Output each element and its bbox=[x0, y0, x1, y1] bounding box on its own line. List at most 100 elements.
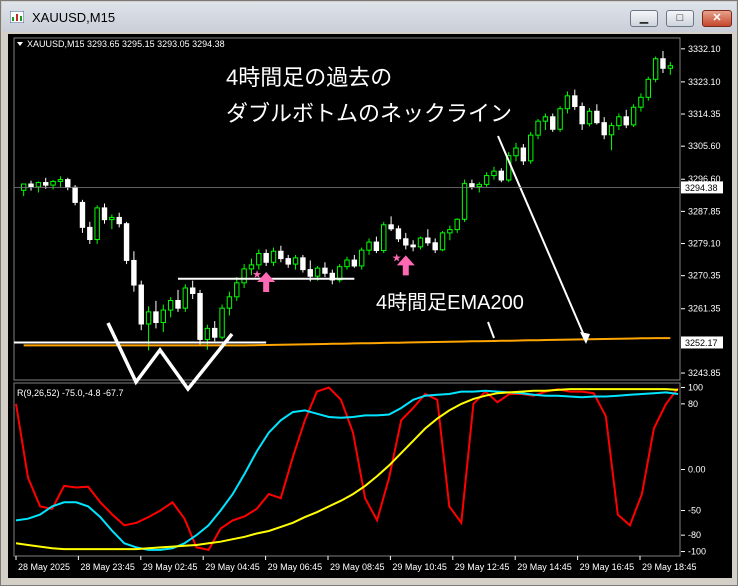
candle-body bbox=[101, 207, 108, 221]
time-tick-label: 29 May 08:45 bbox=[330, 562, 385, 572]
candle-body bbox=[388, 224, 394, 230]
candle-body bbox=[542, 116, 549, 122]
candle-body bbox=[72, 186, 78, 203]
candle-body bbox=[278, 250, 284, 260]
candle-body bbox=[219, 307, 225, 338]
candle-body bbox=[182, 287, 189, 309]
candle-body bbox=[520, 147, 527, 162]
candle-body bbox=[160, 309, 166, 324]
candle-body bbox=[123, 223, 130, 261]
title-bar[interactable]: XAUUSD,M15 ▁ □ ✕ bbox=[2, 2, 736, 32]
candle-body bbox=[395, 228, 402, 240]
candle-body bbox=[204, 327, 211, 340]
candle-body bbox=[623, 116, 629, 126]
candle-body bbox=[513, 147, 519, 157]
indicator-tick-label: 100 bbox=[688, 382, 703, 392]
time-tick-label: 29 May 02:45 bbox=[143, 562, 198, 572]
candle-body bbox=[660, 58, 666, 69]
candle-body bbox=[483, 175, 490, 185]
candle-body bbox=[550, 116, 556, 130]
chart-menu-icon bbox=[17, 42, 23, 46]
candle-body bbox=[579, 105, 585, 125]
price-tick-label: 3323.10 bbox=[688, 77, 721, 87]
price-tick-label: 3287.85 bbox=[688, 206, 721, 216]
annotation-ema-label: 4時間足EMA200 bbox=[376, 291, 524, 314]
candle-body bbox=[314, 267, 321, 277]
candle-body bbox=[564, 95, 571, 110]
candle-body bbox=[652, 58, 659, 80]
time-tick-label: 29 May 04:45 bbox=[205, 562, 260, 572]
price-tick-label: 3332.10 bbox=[688, 44, 721, 54]
candle-body bbox=[263, 252, 269, 263]
candle-body bbox=[57, 179, 64, 182]
indicator-tick-label: 0.00 bbox=[688, 465, 706, 475]
candle-body bbox=[116, 216, 122, 225]
candle-body bbox=[234, 282, 240, 298]
candle-body bbox=[138, 284, 144, 325]
candle-body bbox=[461, 183, 468, 220]
time-tick-label: 28 May 2025 bbox=[18, 562, 70, 572]
candle-body bbox=[212, 327, 218, 338]
candle-body bbox=[608, 125, 615, 136]
indicator-tick-label: 80 bbox=[688, 399, 698, 409]
candle-body bbox=[476, 183, 482, 188]
candle-body bbox=[153, 311, 159, 324]
chart-svg[interactable]: ★★ 3332.103323.103314.353305.603296.6032… bbox=[8, 34, 732, 578]
candle-body bbox=[189, 287, 196, 295]
candle-body bbox=[667, 65, 674, 69]
indicator-header: R(9,26,52) -75.0,-4.8 -67.7 bbox=[17, 388, 124, 398]
candle-body bbox=[586, 110, 593, 125]
candle-body bbox=[638, 96, 644, 108]
candle-body bbox=[270, 250, 277, 263]
chart-header: XAUUSD,M15 3293.65 3295.15 3293.05 3294.… bbox=[27, 39, 225, 49]
candle-body bbox=[226, 296, 233, 309]
candle-body bbox=[109, 216, 115, 221]
indicator-panel-border bbox=[13, 382, 681, 557]
candle-body bbox=[256, 252, 262, 266]
ema-price-label: 3252.17 bbox=[685, 338, 718, 348]
candle-body bbox=[410, 244, 416, 248]
price-tick-label: 3261.35 bbox=[688, 304, 721, 314]
maximize-button[interactable]: □ bbox=[666, 10, 694, 27]
minimize-button[interactable]: ▁ bbox=[630, 10, 658, 27]
price-tick-label: 3305.60 bbox=[688, 141, 721, 151]
candle-body bbox=[344, 259, 350, 268]
candle-body bbox=[292, 257, 299, 265]
annotation-line1: 4時間足の過去の bbox=[226, 65, 392, 90]
candle-body bbox=[432, 242, 438, 251]
candle-body bbox=[358, 249, 365, 267]
price-tick-label: 3279.10 bbox=[688, 239, 721, 249]
candle-body bbox=[43, 182, 49, 186]
maximize-icon: □ bbox=[676, 12, 684, 24]
time-tick-label: 29 May 18:45 bbox=[642, 562, 697, 572]
candle-body bbox=[300, 257, 306, 271]
candle-body bbox=[594, 110, 600, 124]
annotation-line2: ダブルボトムのネックライン bbox=[226, 101, 512, 126]
indicator-tick-label: -50 bbox=[688, 506, 701, 516]
candle-body bbox=[645, 78, 651, 98]
price-tick-label: 3243.85 bbox=[688, 368, 721, 378]
candle-body bbox=[307, 269, 313, 277]
candle-body bbox=[322, 267, 328, 274]
candle-body bbox=[167, 299, 174, 311]
close-button[interactable]: ✕ bbox=[702, 10, 732, 27]
yellow-indicator-line bbox=[15, 388, 679, 551]
candle-body bbox=[381, 224, 387, 252]
candle-body bbox=[601, 122, 607, 136]
indicator-tick-label: -100 bbox=[688, 547, 706, 557]
candle-body bbox=[241, 268, 247, 284]
chart-area[interactable]: ★ ★ 3332.10 3323.10 3314.35 3305.60 3296.60 32… bbox=[8, 34, 732, 578]
price-tick-label: 3270.35 bbox=[688, 271, 721, 281]
indicator-tick-label: -80 bbox=[688, 530, 701, 540]
close-icon: ✕ bbox=[712, 12, 722, 24]
candle-body bbox=[373, 241, 380, 252]
candle-body bbox=[79, 201, 86, 228]
candle-body bbox=[351, 259, 358, 267]
candle-body bbox=[50, 180, 56, 186]
candle-body bbox=[498, 170, 505, 181]
signal-star-icon: ★ bbox=[252, 269, 262, 281]
time-tick-label: 28 May 23:45 bbox=[80, 562, 135, 572]
window-title: XAUUSD,M15 bbox=[32, 10, 116, 25]
chart-window-icon bbox=[10, 11, 24, 23]
candle-body bbox=[145, 311, 152, 325]
